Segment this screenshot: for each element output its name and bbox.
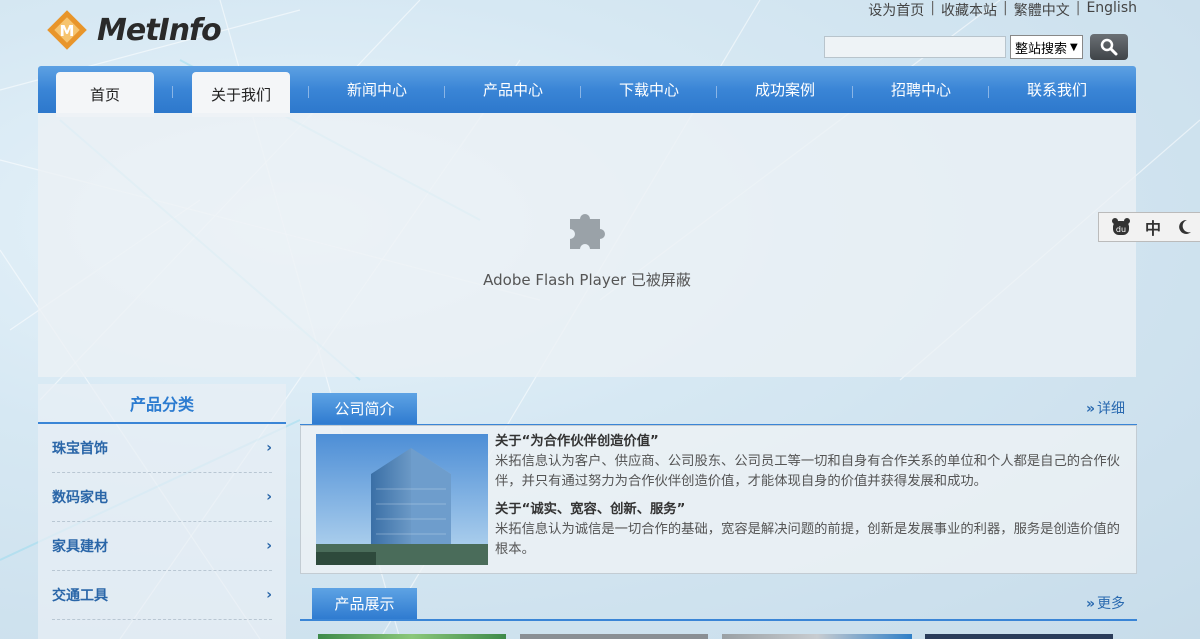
chevron-right-icon: ›	[266, 440, 272, 456]
puzzle-plugin-icon	[570, 214, 605, 249]
nav-item-home[interactable]: 首页	[56, 72, 154, 117]
chevron-right-icon: ›	[266, 587, 272, 603]
bookmark-link[interactable]: 收藏本站	[941, 0, 997, 20]
about-item-body: 米拓信息认为诚信是一切合作的基础，宽容是解决问题的前提，创新是发展事业的利器，服…	[495, 522, 1120, 557]
flash-banner[interactable]: Adobe Flash Player 已被屏蔽	[38, 113, 1136, 377]
nav-item-about[interactable]: 关于我们	[192, 72, 290, 117]
floating-toolbar: du 中	[1098, 212, 1200, 242]
nav-item-products[interactable]: 产品中心	[445, 66, 581, 113]
nav-divider	[172, 86, 173, 98]
search-input[interactable]	[824, 36, 1006, 58]
logo-diamond-icon: M	[45, 8, 89, 52]
site-logo[interactable]: M MetInfo	[45, 5, 222, 55]
about-item: 关于“诚实、宽容、创新、服务” 米拓信息认为诚信是一切合作的基础，宽容是解决问题…	[495, 500, 1125, 560]
moon-icon[interactable]	[1175, 218, 1193, 236]
sidebar-title: 产品分类	[38, 384, 286, 424]
about-text: 关于“为合作伙伴创造价值” 米拓信息认为客户、供应商、公司股东、公司员工等一切和…	[495, 432, 1125, 568]
about-more-label: 详细	[1097, 401, 1125, 417]
category-item[interactable]: 交通工具 ›	[52, 571, 272, 620]
english-link[interactable]: English	[1086, 0, 1137, 20]
category-item[interactable]: 数码家电 ›	[52, 473, 272, 522]
search-scope-select[interactable]: 整站搜索 ▼	[1010, 35, 1083, 59]
search-scope-value: 整站搜索	[1015, 41, 1068, 57]
product-thumbnail[interactable]	[925, 634, 1113, 639]
svg-text:du: du	[1116, 225, 1126, 234]
nav-item-news[interactable]: 新闻中心	[309, 66, 445, 113]
nav-item-cases[interactable]: 成功案例	[717, 66, 853, 113]
chevron-right-icon: ›	[266, 489, 272, 505]
nav-item-downloads[interactable]: 下载中心	[581, 66, 717, 113]
category-label: 珠宝首饰	[52, 441, 108, 457]
double-chevron-icon: »	[1085, 596, 1095, 612]
main-nav: 首页 关于我们 新闻中心 产品中心 下载中心 成功案例 招聘中心 联系我们	[38, 66, 1136, 117]
logo-mark-letter: M	[60, 22, 75, 40]
divider: |	[1003, 0, 1008, 16]
chevron-right-icon: ›	[266, 538, 272, 554]
about-item-body: 米拓信息认为客户、供应商、公司股东、公司员工等一切和自身有合作关系的单位和个人都…	[495, 454, 1120, 489]
about-item-title: 关于“诚实、宽容、创新、服务”	[495, 502, 686, 517]
set-homepage-link[interactable]: 设为首页	[868, 0, 924, 20]
product-thumbnail[interactable]	[722, 634, 912, 639]
products-section-header: 产品展示 » 更多	[300, 583, 1137, 621]
about-item-title: 关于“为合作伙伴创造价值”	[495, 434, 659, 449]
search-button[interactable]	[1089, 34, 1128, 60]
products-more-link[interactable]: » 更多	[1086, 593, 1125, 613]
divider: |	[930, 0, 935, 16]
about-section-header: 公司简介 » 详细	[300, 388, 1137, 426]
about-item: 关于“为合作伙伴创造价值” 米拓信息认为客户、供应商、公司股东、公司员工等一切和…	[495, 432, 1125, 492]
category-label: 数码家电	[52, 490, 108, 506]
flash-blocked-message: Adobe Flash Player 已被屏蔽	[483, 271, 691, 289]
about-content: 关于“为合作伙伴创造价值” 米拓信息认为客户、供应商、公司股东、公司员工等一切和…	[300, 425, 1137, 574]
divider: |	[1075, 0, 1081, 16]
office-building-image[interactable]	[316, 434, 488, 565]
category-label: 交通工具	[52, 588, 108, 604]
about-more-link[interactable]: » 详细	[1086, 398, 1125, 418]
category-item[interactable]: 家具建材 ›	[52, 522, 272, 571]
product-thumbnail[interactable]	[318, 634, 506, 639]
category-item[interactable]: 珠宝首饰 ›	[52, 424, 272, 473]
chevron-down-icon: ▼	[1070, 41, 1078, 53]
logo-text: MetInfo	[97, 12, 222, 48]
product-category-sidebar: 产品分类 珠宝首饰 › 数码家电 › 家具建材 › 交通工具 ›	[38, 384, 286, 639]
products-tab[interactable]: 产品展示	[312, 588, 417, 619]
magnifier-icon	[1100, 38, 1118, 56]
about-tab[interactable]: 公司简介	[312, 393, 417, 424]
double-chevron-icon: »	[1085, 401, 1095, 417]
bear-paw-icon[interactable]: du	[1111, 217, 1131, 237]
nav-item-contact[interactable]: 联系我们	[989, 66, 1125, 113]
search-bar: 整站搜索 ▼	[824, 34, 1128, 60]
top-links: 设为首页 | 收藏本站 | 繁體中文 | English	[868, 0, 1137, 20]
traditional-chinese-link[interactable]: 繁體中文	[1014, 0, 1070, 20]
product-thumbnail[interactable]	[520, 634, 708, 639]
nav-item-jobs[interactable]: 招聘中心	[853, 66, 989, 113]
category-label: 家具建材	[52, 539, 108, 555]
language-toggle[interactable]: 中	[1145, 215, 1161, 239]
products-more-label: 更多	[1097, 596, 1125, 612]
